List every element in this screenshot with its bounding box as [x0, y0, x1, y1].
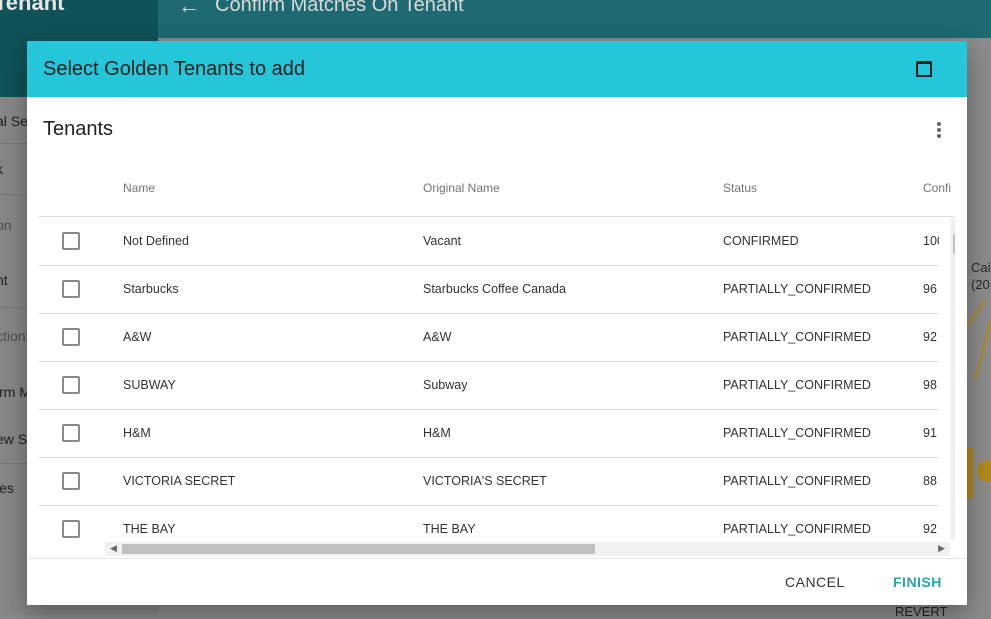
cell-original-name: H&M — [423, 426, 451, 440]
scroll-left-icon[interactable]: ◀ — [110, 543, 117, 554]
horizontal-scroll-thumb[interactable] — [122, 544, 595, 554]
cell-confidence: 88 — [923, 474, 937, 488]
cell-confidence: 100 — [923, 234, 939, 248]
table-row[interactable]: VICTORIA SECRET VICTORIA'S SECRET PARTIA… — [39, 457, 939, 506]
dialog-header: Select Golden Tenants to add — [27, 41, 967, 97]
tenants-table: Name Original Name Status Confi Not Defi… — [39, 161, 955, 561]
app-title: Tenant — [0, 0, 65, 15]
cell-status: PARTIALLY_CONFIRMED — [723, 282, 871, 296]
cell-original-name: Subway — [423, 378, 468, 392]
table-row[interactable]: Not Defined Vacant CONFIRMED 100 — [39, 217, 939, 266]
cell-status: PARTIALLY_CONFIRMED — [723, 474, 871, 488]
page-title: Confirm Matches On Tenant — [215, 0, 464, 16]
row-checkbox[interactable] — [62, 376, 80, 394]
table-row[interactable]: Starbucks Starbucks Coffee Canada PARTIA… — [39, 265, 939, 314]
row-checkbox[interactable] — [62, 328, 80, 346]
horizontal-scrollbar[interactable]: ◀ ▶ — [105, 542, 950, 556]
cell-confidence: 91 — [923, 426, 937, 440]
cell-name: VICTORIA SECRET — [123, 474, 236, 488]
table-row[interactable]: SUBWAY Subway PARTIALLY_CONFIRMED 98 — [39, 361, 939, 410]
cell-confidence: 96 — [923, 282, 937, 296]
dialog-title: Select Golden Tenants to add — [43, 58, 306, 80]
cell-status: PARTIALLY_CONFIRMED — [723, 426, 871, 440]
vertical-scroll-thumb[interactable] — [953, 234, 955, 254]
maximize-icon[interactable] — [916, 61, 932, 77]
vertical-scrollbar[interactable]: ▲ ▼ — [950, 218, 955, 540]
column-header-original-name[interactable]: Original Name — [423, 181, 500, 195]
cell-original-name: Starbucks Coffee Canada — [423, 282, 566, 296]
section-title: Tenants — [43, 118, 114, 140]
finish-button[interactable]: FINISH — [893, 574, 942, 590]
cell-status: PARTIALLY_CONFIRMED — [723, 522, 871, 536]
background-side-text: Cai (20 — [971, 259, 991, 293]
sidebar-item[interactable]: ew S — [0, 431, 27, 447]
background-text-line: (20 — [971, 277, 990, 292]
row-checkbox[interactable] — [62, 520, 80, 538]
cell-name: SUBWAY — [123, 378, 176, 392]
back-arrow-icon[interactable]: ← — [178, 0, 200, 19]
cell-confidence: 98 — [923, 378, 937, 392]
app-topbar: ← Confirm Matches On Tenant — [158, 0, 991, 38]
cell-original-name: A&W — [423, 330, 452, 344]
cell-name: H&M — [123, 426, 151, 440]
cell-name: THE BAY — [123, 522, 176, 536]
table-row[interactable]: H&M H&M PARTIALLY_CONFIRMED 91 — [39, 409, 939, 458]
table-row[interactable]: A&W A&W PARTIALLY_CONFIRMED 92 — [39, 313, 939, 362]
cell-confidence: 92 — [923, 330, 937, 344]
scroll-down-icon[interactable]: ▼ — [954, 528, 955, 537]
sidebar-item[interactable]: k — [0, 161, 3, 177]
column-header-name[interactable]: Name — [123, 181, 155, 195]
scroll-up-icon[interactable]: ▲ — [954, 221, 955, 230]
cell-original-name: VICTORIA'S SECRET — [423, 474, 547, 488]
background-text-line: Cai — [971, 260, 991, 275]
row-checkbox[interactable] — [62, 280, 80, 298]
cell-name: Not Defined — [123, 234, 190, 248]
column-header-confidence[interactable]: Confi — [923, 181, 955, 195]
cell-name: A&W — [123, 330, 152, 344]
sidebar-item[interactable]: al Se — [0, 113, 28, 129]
select-golden-tenants-dialog: Select Golden Tenants to add Tenants Nam… — [27, 41, 967, 605]
cell-name: Starbucks — [123, 282, 179, 296]
footer-divider — [27, 558, 967, 559]
cell-confidence: 92 — [923, 522, 937, 536]
cell-status: PARTIALLY_CONFIRMED — [723, 330, 871, 344]
cell-status: PARTIALLY_CONFIRMED — [723, 378, 871, 392]
row-checkbox[interactable] — [62, 232, 80, 250]
more-options-icon[interactable] — [931, 120, 947, 140]
cancel-button[interactable]: CANCEL — [785, 574, 845, 590]
scroll-right-icon[interactable]: ▶ — [938, 543, 945, 554]
sidebar-item[interactable]: nt — [0, 272, 8, 288]
sidebar-item[interactable]: ies — [0, 480, 14, 496]
background-map-lines — [965, 300, 991, 381]
sidebar-item[interactable]: on — [0, 217, 12, 233]
cell-original-name: Vacant — [423, 234, 461, 248]
revert-button[interactable]: REVERT — [895, 604, 948, 619]
cell-original-name: THE BAY — [423, 522, 476, 536]
cell-status: CONFIRMED — [723, 234, 799, 248]
column-header-status[interactable]: Status — [723, 181, 757, 195]
row-checkbox[interactable] — [62, 424, 80, 442]
row-checkbox[interactable] — [62, 472, 80, 490]
